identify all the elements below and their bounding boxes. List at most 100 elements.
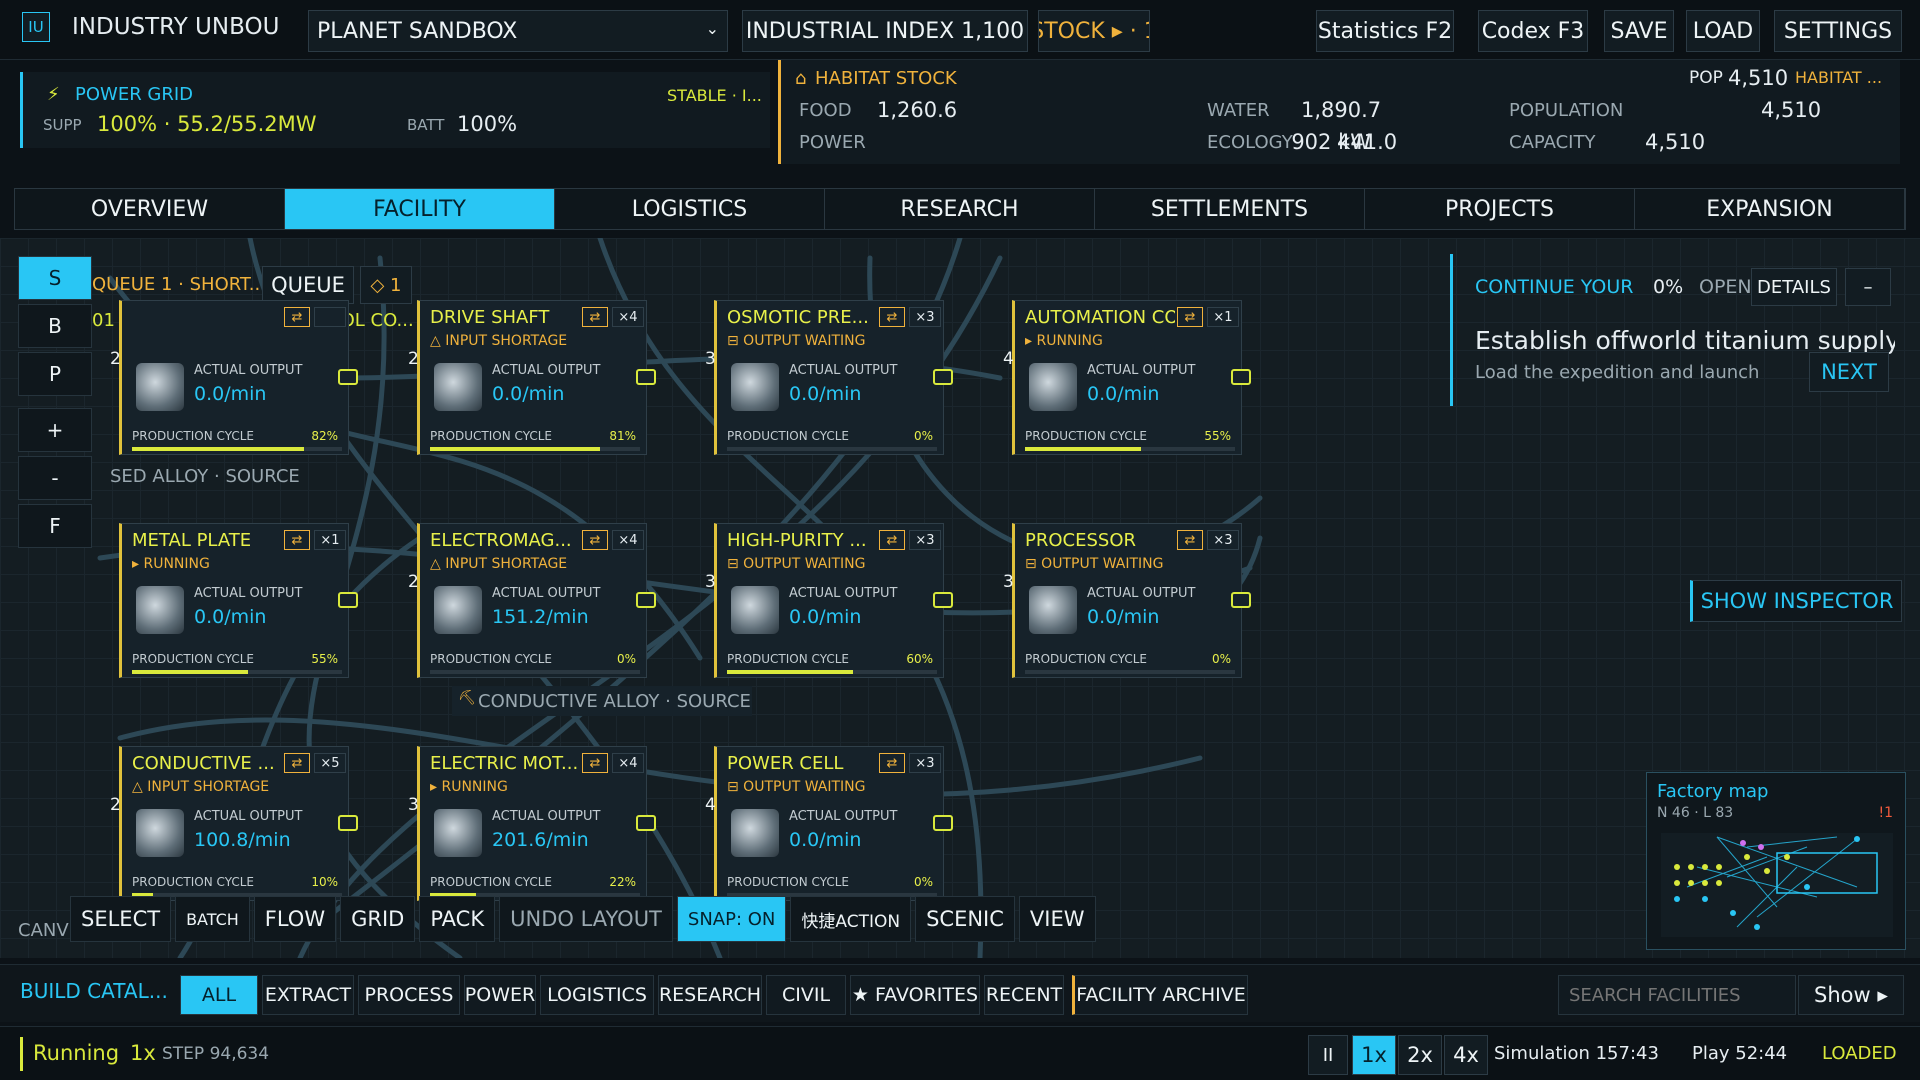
snap-toggle[interactable]: SNAP: ON	[676, 896, 787, 942]
output-port[interactable]	[636, 815, 656, 831]
view-button[interactable]: VIEW	[1018, 896, 1096, 942]
node-multiplier: ×3	[909, 753, 941, 773]
zoom-in-button[interactable]: +	[18, 408, 92, 452]
tab-facility[interactable]: FACILITY	[285, 189, 555, 229]
swap-icon[interactable]: ⇄	[284, 753, 310, 773]
catalog-tab-logistics[interactable]: LOGISTICS	[540, 975, 654, 1015]
facility-node[interactable]: PROCESSOR ⊟ OUTPUT WAITING ⇄ ×3 3 ACTUAL OUTP…	[1003, 523, 1251, 678]
load-button[interactable]: LOAD	[1686, 10, 1760, 52]
output-port[interactable]	[1231, 369, 1251, 385]
swap-icon[interactable]: ⇄	[582, 307, 608, 327]
codex-button[interactable]: Codex F3	[1478, 10, 1588, 52]
facility-node[interactable]: CONDUCTIVE ... △ INPUT SHORTAGE ⇄ ×5 2 ACTUAL…	[110, 746, 358, 901]
facility-node[interactable]: AUTOMATION CO... ▸ RUNNING ⇄×1 4 ACTUAL OUTP…	[1003, 300, 1251, 455]
tab-overview[interactable]: OVERVIEW	[15, 189, 285, 229]
tab-expansion[interactable]: EXPANSION	[1635, 189, 1905, 229]
catalog-tab-recent[interactable]: RECENT	[984, 975, 1064, 1015]
scenario-select[interactable]: PLANET SANDBOX ⌄	[308, 10, 728, 52]
catalog-tab-process[interactable]: PROCESS	[358, 975, 460, 1015]
output-port[interactable]	[933, 815, 953, 831]
swap-icon[interactable]: ⇄	[879, 307, 905, 327]
actual-output-value: 0.0/min	[789, 829, 862, 851]
app-title: INDUSTRY UNBOU	[72, 14, 280, 40]
save-button[interactable]: SAVE	[1604, 10, 1674, 52]
scenic-toggle[interactable]: SCENIC	[915, 896, 1015, 942]
factory-minimap[interactable]: Factory map N 46 · L 83 !1	[1646, 772, 1906, 950]
facility-node[interactable]: POWER CELL ⊟ OUTPUT WAITING ⇄ ×3 4 ACTUAL OUT…	[705, 746, 953, 901]
flow-tool[interactable]: FLOW	[253, 896, 337, 942]
output-port[interactable]	[338, 592, 358, 608]
output-port[interactable]	[933, 369, 953, 385]
swap-icon[interactable]: ⇄	[879, 530, 905, 550]
actual-output-label: ACTUAL OUTPUT	[194, 586, 303, 601]
search-facilities-input[interactable]	[1558, 975, 1796, 1015]
undo-layout-button[interactable]: UNDO LAYOUT	[499, 896, 673, 942]
queue-count[interactable]: ◇ 1	[360, 266, 412, 304]
side-button-p[interactable]: P	[18, 352, 92, 396]
quick-action-button[interactable]: 快捷ACTION	[790, 896, 912, 942]
show-dropdown[interactable]: Show ▸	[1798, 975, 1904, 1015]
swap-icon[interactable]: ⇄	[1177, 307, 1203, 327]
swap-icon[interactable]: ⇄	[284, 530, 310, 550]
catalog-tab-civil[interactable]: CIVIL	[766, 975, 846, 1015]
output-port[interactable]	[933, 592, 953, 608]
tab-logistics[interactable]: LOGISTICS	[555, 189, 825, 229]
grid-tool[interactable]: GRID	[340, 896, 416, 942]
quest-description: Load the expedition and launch	[1475, 362, 1760, 383]
tab-settlements[interactable]: SETTLEMENTS	[1095, 189, 1365, 229]
node-tier: 3	[408, 795, 419, 815]
swap-icon[interactable]: ⇄	[284, 307, 310, 327]
production-cycle-label: PRODUCTION CYCLE	[132, 429, 255, 443]
speed-1x-button[interactable]: 1x	[1352, 1035, 1396, 1075]
details-button[interactable]: DETAILS	[1751, 268, 1837, 306]
facility-node[interactable]: ⇄ 2 ACTUAL OUTPUT 0.0/min PRODUCTION CYCLE 82…	[110, 300, 358, 455]
pause-button[interactable]: II	[1308, 1035, 1348, 1075]
factory-canvas[interactable]: S B P + - F QUEUE 1 · SHORT... QUEUE ◇ 1…	[0, 238, 1920, 958]
pack-tool[interactable]: PACK	[419, 896, 496, 942]
tab-research[interactable]: RESEARCH	[825, 189, 1095, 229]
speed-2x-button[interactable]: 2x	[1398, 1035, 1442, 1075]
catalog-tab-favorites[interactable]: ★ FAVORITES	[850, 975, 980, 1015]
tab-projects[interactable]: PROJECTS	[1365, 189, 1635, 229]
minimap-title: Factory map	[1657, 781, 1769, 802]
facility-node[interactable]: HIGH-PURITY ... ⊟ OUTPUT WAITING ⇄ ×3 3 ACTUA…	[705, 523, 953, 678]
output-port[interactable]	[338, 369, 358, 385]
select-tool[interactable]: SELECT	[70, 896, 172, 942]
zoom-out-button[interactable]: -	[18, 456, 92, 500]
swap-icon[interactable]: ⇄	[582, 753, 608, 773]
source-label-text: CONDUCTIVE ALLOY · SOURCE	[478, 690, 751, 712]
catalog-tab-research[interactable]: RESEARCH	[658, 975, 762, 1015]
side-button-s[interactable]: S	[18, 256, 92, 300]
next-button[interactable]: NEXT	[1809, 352, 1889, 392]
facility-node[interactable]: ELECTROMAG... △ INPUT SHORTAGE ⇄ ×4 2 ACTUAL …	[408, 523, 656, 678]
facility-node[interactable]: ELECTRIC MOT... ▸ RUNNING ⇄ ×4 3 ACTUAL OUTPU…	[408, 746, 656, 901]
show-inspector-button[interactable]: SHOW INSPECTOR	[1690, 580, 1902, 622]
output-port[interactable]	[1231, 592, 1251, 608]
statistics-button[interactable]: Statistics F2	[1316, 10, 1454, 52]
catalog-tab-facility-archive[interactable]: FACILITY ARCHIVE	[1072, 975, 1248, 1015]
catalog-tab-all[interactable]: ALL	[180, 975, 258, 1015]
settings-button[interactable]: SETTINGS	[1774, 10, 1902, 52]
collapse-button[interactable]: –	[1845, 268, 1891, 306]
facility-node[interactable]: DRIVE SHAFT △ INPUT SHORTAGE ⇄ ×4 2 ACTUAL OU…	[408, 300, 656, 455]
swap-icon[interactable]: ⇄	[1177, 530, 1203, 550]
queue-button[interactable]: QUEUE	[262, 266, 354, 304]
capacity-value: 4,510	[1645, 130, 1706, 154]
speed-4x-button[interactable]: 4x	[1444, 1035, 1488, 1075]
machine-icon	[434, 363, 482, 411]
facility-node[interactable]: METAL PLATE ▸ RUNNING ⇄ ×1 ACTUAL OUTPUT 0.0/…	[119, 523, 358, 678]
stock-button[interactable]: STOCK ▸ · 1	[1038, 10, 1150, 52]
catalog-tab-extract[interactable]: EXTRACT	[262, 975, 354, 1015]
facility-node[interactable]: OSMOTIC PRE... ⊟ OUTPUT WAITING ⇄ ×3 3 ACTUAL…	[705, 300, 953, 455]
batch-tool[interactable]: BATCH	[175, 896, 250, 942]
catalog-tab-power[interactable]: POWER	[464, 975, 536, 1015]
source-label: ⛏ CONDUCTIVE ALLOY · SOURCE	[452, 686, 752, 716]
swap-icon[interactable]: ⇄	[879, 753, 905, 773]
side-button-f[interactable]: F	[18, 504, 92, 548]
output-port[interactable]	[636, 592, 656, 608]
output-port[interactable]	[636, 369, 656, 385]
output-port[interactable]	[338, 815, 358, 831]
side-button-b[interactable]: B	[18, 304, 92, 348]
swap-icon[interactable]: ⇄	[582, 530, 608, 550]
industrial-index[interactable]: INDUSTRIAL INDEX 1,100	[742, 10, 1028, 52]
